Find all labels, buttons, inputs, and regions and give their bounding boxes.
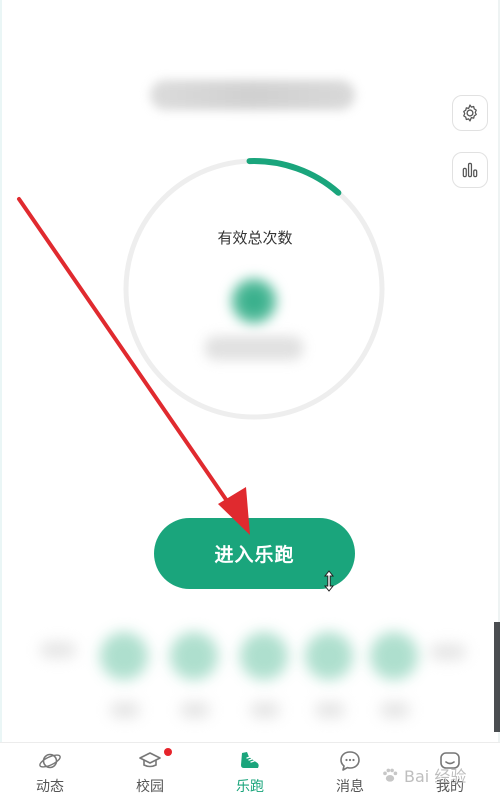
left-edge: [0, 0, 2, 801]
blurred-count-value: [231, 278, 277, 324]
tab-dynamics[interactable]: 动态: [0, 743, 100, 801]
right-edge-overlay: [494, 622, 500, 732]
tab-campus[interactable]: 校园: [100, 743, 200, 801]
bar-chart-icon: [462, 162, 478, 178]
paw-icon: [383, 768, 398, 782]
running-shoe-icon: [241, 752, 259, 768]
tab-label: 动态: [36, 779, 64, 795]
tab-label: 校园: [136, 779, 164, 795]
watermark: Bai 经验: [380, 760, 466, 790]
statistics-button[interactable]: [452, 152, 488, 188]
graduation-cap-icon: [139, 752, 161, 768]
screen: 有效总次数 进入乐跑 动态 校园 乐跑 消息 我的 Bai 经验: [0, 0, 500, 801]
blurred-week-row: [30, 622, 470, 732]
gauge-label: 有效总次数: [217, 229, 293, 247]
notification-badge: [164, 748, 172, 756]
tab-label: 消息: [336, 779, 364, 795]
blurred-title: [150, 80, 355, 110]
tab-run[interactable]: 乐跑: [200, 743, 300, 801]
blurred-count-subtext: [205, 336, 303, 360]
tab-label: 乐跑: [236, 779, 264, 795]
settings-button[interactable]: [452, 95, 488, 131]
planet-icon: [39, 753, 61, 769]
chat-bubble-icon: [340, 751, 360, 771]
gear-icon: [463, 104, 477, 122]
resize-cursor-icon: [323, 570, 335, 592]
watermark-text: Bai 经验: [404, 767, 467, 786]
